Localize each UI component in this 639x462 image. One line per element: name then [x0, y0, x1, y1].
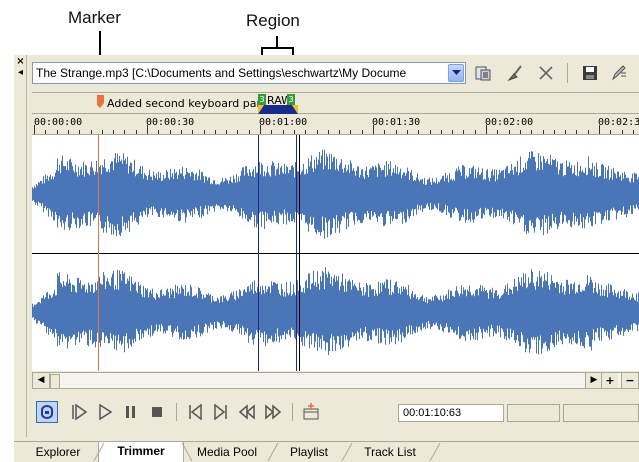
zoom-out-button[interactable]: −	[621, 373, 638, 388]
scroll-right-button[interactable]: ▶	[585, 373, 602, 388]
region-end-line	[296, 135, 297, 371]
ruler-label: 00:02:30	[598, 117, 639, 128]
pin-icon[interactable]: ◂	[15, 68, 26, 78]
marker-callout: Marker	[68, 8, 121, 27]
chevron-down-icon[interactable]	[448, 64, 464, 82]
play-from-start-icon[interactable]	[68, 401, 90, 423]
save-icon[interactable]	[580, 64, 600, 82]
region-callout: Region	[246, 11, 300, 30]
playhead-line	[299, 135, 300, 371]
play-icon[interactable]	[94, 401, 116, 423]
toolbar-separator	[567, 63, 568, 83]
ruler-label: 00:01:00	[259, 117, 308, 128]
pause-icon[interactable]	[120, 401, 142, 423]
region-start-line	[258, 135, 259, 371]
marker-bar[interactable]: Added second keyboard part 3 RAW 3	[32, 92, 639, 114]
transport-separator	[292, 403, 293, 421]
region-end-flag[interactable]: 3	[287, 94, 295, 105]
insert-marker-icon[interactable]	[300, 401, 322, 423]
file-select-value: The Strange.mp3 [C:\Documents and Settin…	[36, 66, 407, 80]
marker-label: Added second keyboard part	[107, 97, 266, 110]
ruler-label: 00:00:00	[34, 117, 83, 128]
marker-line	[98, 135, 99, 371]
scroll-thumb[interactable]	[50, 374, 60, 389]
edit-properties-icon[interactable]	[609, 64, 629, 82]
horizontal-scrollbar[interactable]: ◀ ▶ + −	[32, 372, 639, 389]
selection-end-field	[563, 404, 639, 422]
clear-icon[interactable]	[506, 64, 526, 82]
tab-separators	[93, 442, 441, 462]
file-select[interactable]: The Strange.mp3 [C:\Documents and Settin…	[32, 62, 466, 84]
docking-strip	[14, 55, 27, 437]
file-properties-icon[interactable]	[473, 64, 493, 82]
tab-bar: Explorer Trimmer Media Pool Playlist Tra…	[14, 441, 639, 462]
go-to-start-icon[interactable]	[184, 401, 206, 423]
channel-divider	[32, 253, 639, 254]
timeline-ruler[interactable]: 00:00:00 00:00:30 00:01:00 00:01:30 00:0…	[32, 115, 639, 134]
time-display: 00:01:10:63	[398, 404, 504, 422]
stop-icon[interactable]	[146, 401, 168, 423]
fast-forward-icon[interactable]	[262, 401, 284, 423]
waveform-view[interactable]	[32, 134, 639, 371]
region-start-flag[interactable]: 3	[258, 94, 266, 105]
transport-separator	[176, 403, 177, 421]
region-bracket-stem	[276, 36, 278, 48]
rewind-icon[interactable]	[236, 401, 258, 423]
close-icon[interactable]: ×	[15, 57, 26, 67]
zoom-in-button[interactable]: +	[601, 373, 618, 388]
selection-length-field	[507, 404, 560, 422]
ruler-ticks	[34, 125, 634, 134]
go-to-end-icon[interactable]	[210, 401, 232, 423]
loop-icon[interactable]	[36, 401, 58, 423]
ruler-label: 00:01:30	[372, 117, 421, 128]
region-span-bar[interactable]	[258, 105, 298, 114]
delete-icon[interactable]	[536, 64, 556, 82]
scroll-left-button[interactable]: ◀	[33, 373, 50, 388]
marker-flag-icon[interactable]	[96, 94, 106, 114]
ruler-label: 00:02:00	[485, 117, 534, 128]
ruler-label: 00:00:30	[146, 117, 195, 128]
